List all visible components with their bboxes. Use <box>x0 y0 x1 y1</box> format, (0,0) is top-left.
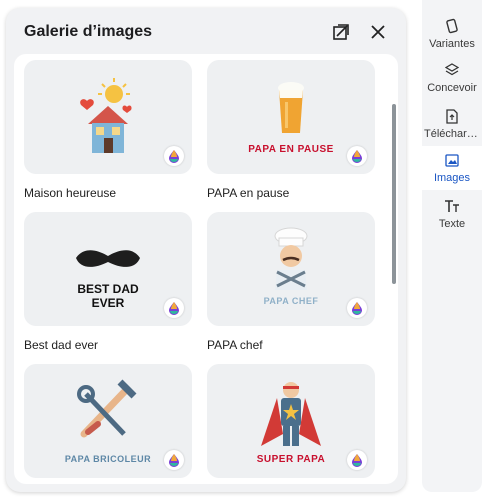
color-drop-icon <box>169 454 179 467</box>
gallery-card-papa-en-pause[interactable]: PAPA EN PAUSE <box>207 60 375 174</box>
gallery-card-label: PAPA en pause <box>207 186 290 200</box>
scrollbar-thumb[interactable] <box>392 104 396 284</box>
caption-line: BEST DAD <box>77 282 139 296</box>
ai-generated-badge <box>164 146 184 166</box>
sidebar-item-variantes[interactable]: Variantes <box>422 12 482 56</box>
ai-generated-badge <box>164 450 184 470</box>
ai-generated-badge <box>164 298 184 318</box>
ai-generated-badge <box>347 146 367 166</box>
color-drop-icon <box>352 454 362 467</box>
panel-header: Galerie d’images <box>6 8 406 54</box>
layers-icon <box>444 62 460 78</box>
upload-file-icon <box>444 108 460 124</box>
sidebar-item-telecharger[interactable]: Télécharger <box>422 102 482 146</box>
gallery-card-super-papa[interactable]: SUPER PAPA <box>207 364 375 478</box>
sidebar-item-texte[interactable]: Texte <box>422 192 482 236</box>
image-icon <box>444 152 460 168</box>
image-gallery-panel: Galerie d’images Maison heureuse PAPA EN… <box>6 8 406 492</box>
expand-button[interactable] <box>330 21 352 43</box>
sidebar-item-label: Texte <box>438 218 466 230</box>
sidebar-item-label: Variantes <box>429 38 475 50</box>
gallery-card-papa-chef[interactable]: PAPA CHEF <box>207 212 375 326</box>
ai-generated-badge <box>347 298 367 318</box>
color-drop-icon <box>352 150 362 163</box>
sidebar-item-label: Télécharger <box>424 128 480 140</box>
panel-title: Galerie d’images <box>24 23 153 40</box>
gallery-card-maison-heureuse[interactable] <box>24 60 192 174</box>
phone-rotate-icon <box>444 18 460 34</box>
sidebar-item-label: Concevoir <box>427 82 477 94</box>
caption-line: EVER <box>91 296 125 310</box>
right-sidebar: Variantes Concevoir Télécharger Images T… <box>422 0 482 492</box>
expand-icon <box>333 24 349 40</box>
gallery-scroll-area[interactable]: Maison heureuse PAPA EN PAUSE PAPA en pa… <box>14 54 398 484</box>
sidebar-item-label: Images <box>433 172 471 184</box>
sidebar-item-concevoir[interactable]: Concevoir <box>422 56 482 100</box>
gallery-card-label: PAPA chef <box>207 338 263 352</box>
close-icon <box>371 25 385 39</box>
color-drop-icon <box>169 150 179 163</box>
gallery-card-best-dad-ever[interactable]: BEST DAD EVER <box>24 212 192 326</box>
close-button[interactable] <box>367 21 389 43</box>
color-drop-icon <box>169 302 179 315</box>
color-drop-icon <box>352 302 362 315</box>
ai-generated-badge <box>347 450 367 470</box>
text-icon <box>444 198 460 214</box>
sidebar-item-images[interactable]: Images <box>422 146 482 190</box>
gallery-card-label: Best dad ever <box>24 338 99 352</box>
app-stage: Galerie d’images Maison heureuse PAPA EN… <box>0 0 500 500</box>
gallery-card-label: Maison heureuse <box>24 186 117 200</box>
gallery-card-papa-bricoleur[interactable]: PAPA BRICOLEUR <box>24 364 192 478</box>
